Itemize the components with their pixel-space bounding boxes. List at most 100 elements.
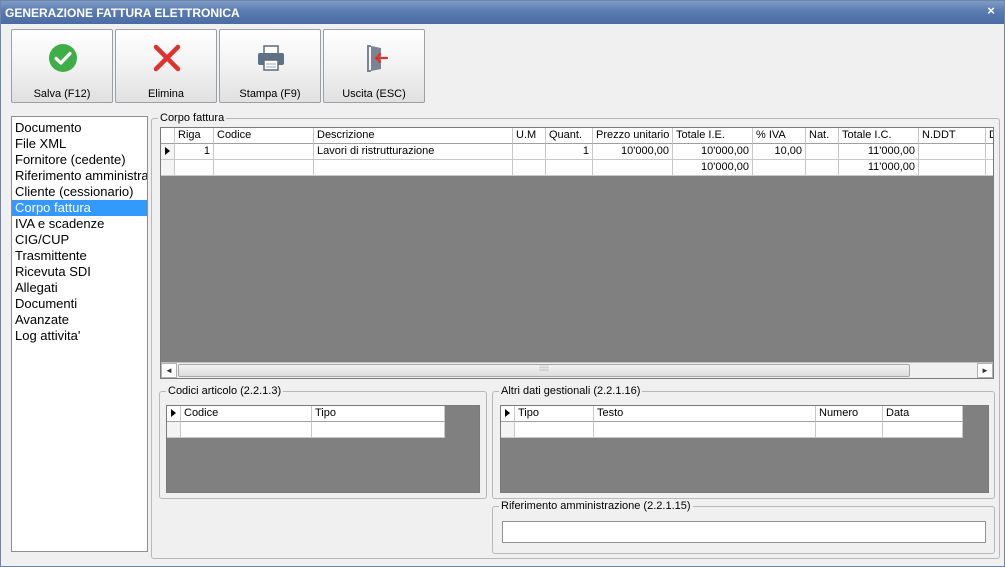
altri-dati-grid[interactable]: Tipo Testo Numero Data [500,405,989,493]
total-riga [175,160,214,176]
delete-x-icon [153,44,181,72]
corpo-fattura-group: Corpo fattura Riga Codice Descrizione U.… [151,111,1000,559]
cell-tipo-art[interactable] [312,422,445,438]
corpo-grid[interactable]: Riga Codice Descrizione U.M Quant. Prezz… [160,127,994,379]
total-quant [546,160,593,176]
title-bar: GENERAZIONE FATTURA ELETTRONICA × [1,1,1004,24]
nav-item-corpo-fattura[interactable]: Corpo fattura [12,200,147,216]
cell-descrizione[interactable]: Lavori di ristrutturazione [314,144,513,160]
col-header-prezzo[interactable]: Prezzo unitario [593,128,673,144]
codici-empty-indicator [167,422,181,438]
total-totale-ie: 10'000,00 [673,160,753,176]
altri-dati-label: Altri dati gestionali (2.2.1.16) [499,384,643,398]
col-header-codice[interactable]: Codice [214,128,314,144]
exit-button[interactable]: Uscita (ESC) [323,29,425,103]
col-header-um[interactable]: U.M [513,128,546,144]
save-button[interactable]: Salva (F12) [11,29,113,103]
save-label: Salva (F12) [33,88,91,100]
nav-item-ricevuta-sdi[interactable]: Ricevuta SDI [12,264,147,280]
print-label: Stampa (F9) [239,88,301,100]
total-totale-ic: 11'000,00 [839,160,919,176]
totals-row: 10'000,00 11'000,00 [161,160,993,176]
row-pointer-icon [505,409,510,417]
col-header-totale-ie[interactable]: Totale I.E. [673,128,753,144]
cell-d[interactable] [986,144,993,160]
cell-nddt[interactable] [919,144,986,160]
nav-item-log-attivita[interactable]: Log attivita' [12,328,147,344]
total-descrizione [314,160,513,176]
table-row[interactable] [167,422,445,438]
total-codice [214,160,314,176]
cell-um[interactable] [513,144,546,160]
col-header-nat[interactable]: Nat. [806,128,839,144]
nav-item-allegati[interactable]: Allegati [12,280,147,296]
col-header-d[interactable]: D [986,128,993,144]
nav-item-fornitore[interactable]: Fornitore (cedente) [12,152,147,168]
total-nddt [919,160,986,176]
cell-data[interactable] [883,422,963,438]
total-prezzo [593,160,673,176]
nav-item-trasmittente[interactable]: Trasmittente [12,248,147,264]
nav-item-documento[interactable]: Documento [12,120,147,136]
cell-numero[interactable] [816,422,883,438]
codici-row-indicator [167,406,181,422]
col-header-tipo[interactable]: Tipo [515,406,594,422]
print-button[interactable]: Stampa (F9) [219,29,321,103]
codici-grid[interactable]: Codice Tipo [166,405,480,493]
horizontal-scrollbar[interactable]: ◄ ⁞⁞⁞⁞⁞ ► [161,362,993,378]
col-header-data[interactable]: Data [883,406,963,422]
close-icon[interactable]: × [984,4,998,18]
cell-testo[interactable] [594,422,816,438]
codici-grid-header: Codice Tipo [167,406,445,422]
col-header-riga[interactable]: Riga [175,128,214,144]
nav-item-file-xml[interactable]: File XML [12,136,147,152]
codici-articolo-label: Codici articolo (2.2.1.3) [166,384,284,398]
cell-codice-art[interactable] [181,422,312,438]
col-header-quant[interactable]: Quant. [546,128,593,144]
corpo-fattura-label: Corpo fattura [158,111,227,125]
corpo-grid-header: Riga Codice Descrizione U.M Quant. Prezz… [161,128,993,144]
scroll-thumb[interactable]: ⁞⁞⁞⁞⁞ [178,364,910,377]
cell-iva[interactable]: 10,00 [753,144,806,160]
col-header-tipo-art[interactable]: Tipo [312,406,445,422]
cell-riga[interactable]: 1 [175,144,214,160]
cell-tipo[interactable] [515,422,594,438]
table-row[interactable]: 1 Lavori di ristrutturazione 1 10'000,00… [161,144,993,160]
scroll-left-icon[interactable]: ◄ [161,363,177,378]
nav-item-documenti[interactable]: Documenti [12,296,147,312]
col-header-descrizione[interactable]: Descrizione [314,128,513,144]
cell-prezzo[interactable]: 10'000,00 [593,144,673,160]
scroll-grip-icon: ⁞⁞⁞⁞⁞ [539,366,549,373]
nav-item-riferimento-amministrazione[interactable]: Riferimento amministrazione [12,168,147,184]
codici-articolo-group: Codici articolo (2.2.1.3) Codice Tipo [159,384,487,499]
nav-item-cig-cup[interactable]: CIG/CUP [12,232,147,248]
delete-button[interactable]: Elimina [115,29,217,103]
col-header-totale-ic[interactable]: Totale I.C. [839,128,919,144]
cell-totale-ie[interactable]: 10'000,00 [673,144,753,160]
cell-nat[interactable] [806,144,839,160]
nav-item-iva-scadenze[interactable]: IVA e scadenze [12,216,147,232]
col-header-iva[interactable]: % IVA [753,128,806,144]
total-nat [806,160,839,176]
col-header-codice-art[interactable]: Codice [181,406,312,422]
cell-codice[interactable] [214,144,314,160]
cell-quant[interactable]: 1 [546,144,593,160]
col-header-nddt[interactable]: N.DDT [919,128,986,144]
cell-totale-ic[interactable]: 11'000,00 [839,144,919,160]
table-row[interactable] [501,422,963,438]
riferimento-amministrazione-group: Riferimento amministrazione (2.2.1.15) [492,499,995,554]
riferimento-amministrazione-input[interactable] [502,521,986,543]
col-header-numero[interactable]: Numero [816,406,883,422]
row-indicator-header [161,128,175,144]
main-window: GENERAZIONE FATTURA ELETTRONICA × Salva … [0,0,1005,567]
col-header-testo[interactable]: Testo [594,406,816,422]
scroll-right-icon[interactable]: ► [977,363,993,378]
nav-item-cliente[interactable]: Cliente (cessionario) [12,184,147,200]
totals-row-indicator [161,160,175,176]
altri-empty-indicator [501,422,515,438]
altri-dati-grid-header: Tipo Testo Numero Data [501,406,963,422]
window-title: GENERAZIONE FATTURA ELETTRONICA [5,6,240,20]
nav-item-avanzate[interactable]: Avanzate [12,312,147,328]
delete-label: Elimina [147,88,185,100]
exit-label: Uscita (ESC) [342,88,406,100]
